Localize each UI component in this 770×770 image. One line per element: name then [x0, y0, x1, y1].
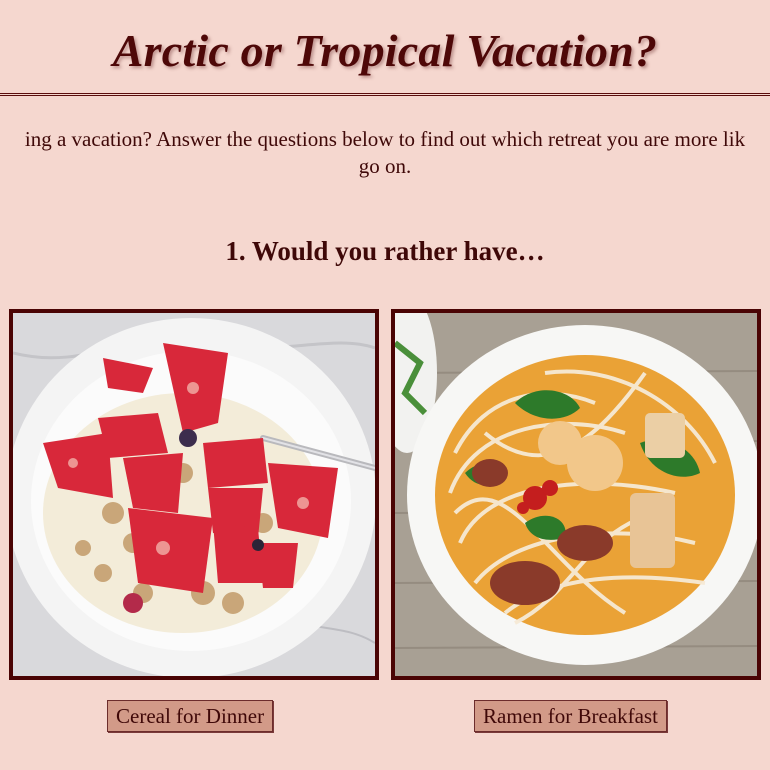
intro-text-line: ing a vacation? Answer the questions bel… [24, 127, 746, 178]
cereal-bowl-photo [13, 313, 375, 676]
option-image-cereal[interactable] [9, 309, 379, 680]
question-title: 1. Would you rather have… [225, 236, 545, 266]
option-image-ramen[interactable] [391, 309, 761, 680]
ramen-bowl-photo [395, 313, 757, 676]
page-title: Arctic or Tropical Vacation? [112, 25, 658, 76]
intro-text: ing a vacation? Answer the questions bel… [0, 126, 770, 180]
cereal-for-dinner-button[interactable]: Cereal for Dinner [107, 700, 274, 732]
ramen-for-breakfast-button[interactable]: Ramen for Breakfast [474, 700, 667, 732]
page-header: Arctic or Tropical Vacation? [0, 0, 770, 96]
